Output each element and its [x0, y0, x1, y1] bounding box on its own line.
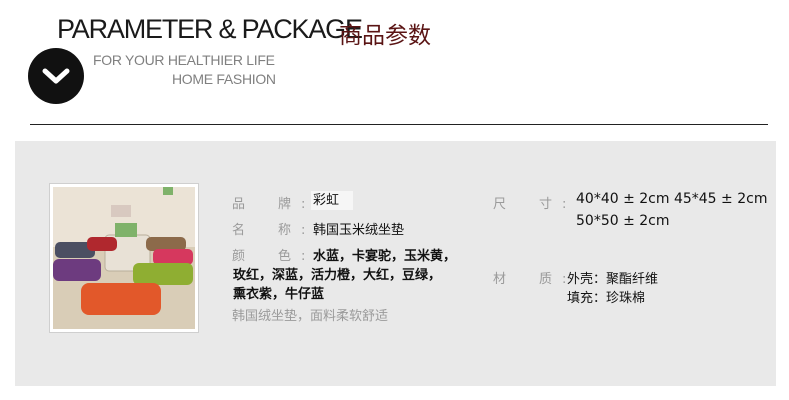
color-value-line3: 熏衣紫，牛仔蓝	[233, 287, 325, 302]
color-label: 颜 色:	[232, 249, 316, 264]
size-label: 尺 寸:	[493, 197, 577, 212]
color-value-line2: 玫红，深蓝，活力橙，大红，豆绿，	[233, 268, 442, 283]
product-image	[49, 183, 199, 333]
product-note: 韩国绒坐垫，面料柔软舒适	[232, 309, 389, 324]
color-value-line1: 水蓝，卡宴驼，玉米黄，	[313, 249, 457, 264]
name-label: 名 称:	[232, 223, 316, 238]
material-value-line1: 外壳：聚酯纤维	[567, 272, 659, 287]
material-value-line2: 填充：珍珠棉	[567, 291, 646, 306]
size-value-line2: 50*50 ± 2cm	[576, 213, 670, 229]
divider	[30, 124, 768, 125]
material-label: 材 质:	[493, 272, 577, 287]
section-title-en: PARAMETER & PACKAGE	[57, 14, 363, 44]
tagline-line1: FOR YOUR HEALTHIER LIFE	[93, 52, 275, 68]
brand-label: 品 牌:	[232, 197, 316, 212]
brand-value-text: 彩虹	[311, 191, 354, 210]
chevron-down-circle-icon	[28, 48, 84, 104]
size-value-line1: 40*40 ± 2cm 45*45 ± 2cm	[576, 191, 768, 207]
tagline-line2: HOME FASHION	[172, 71, 276, 87]
name-value: 韩国玉米绒坐垫	[313, 223, 405, 238]
brand-value: 彩虹	[311, 189, 354, 210]
section-title-cn: 商品参数	[339, 23, 431, 49]
